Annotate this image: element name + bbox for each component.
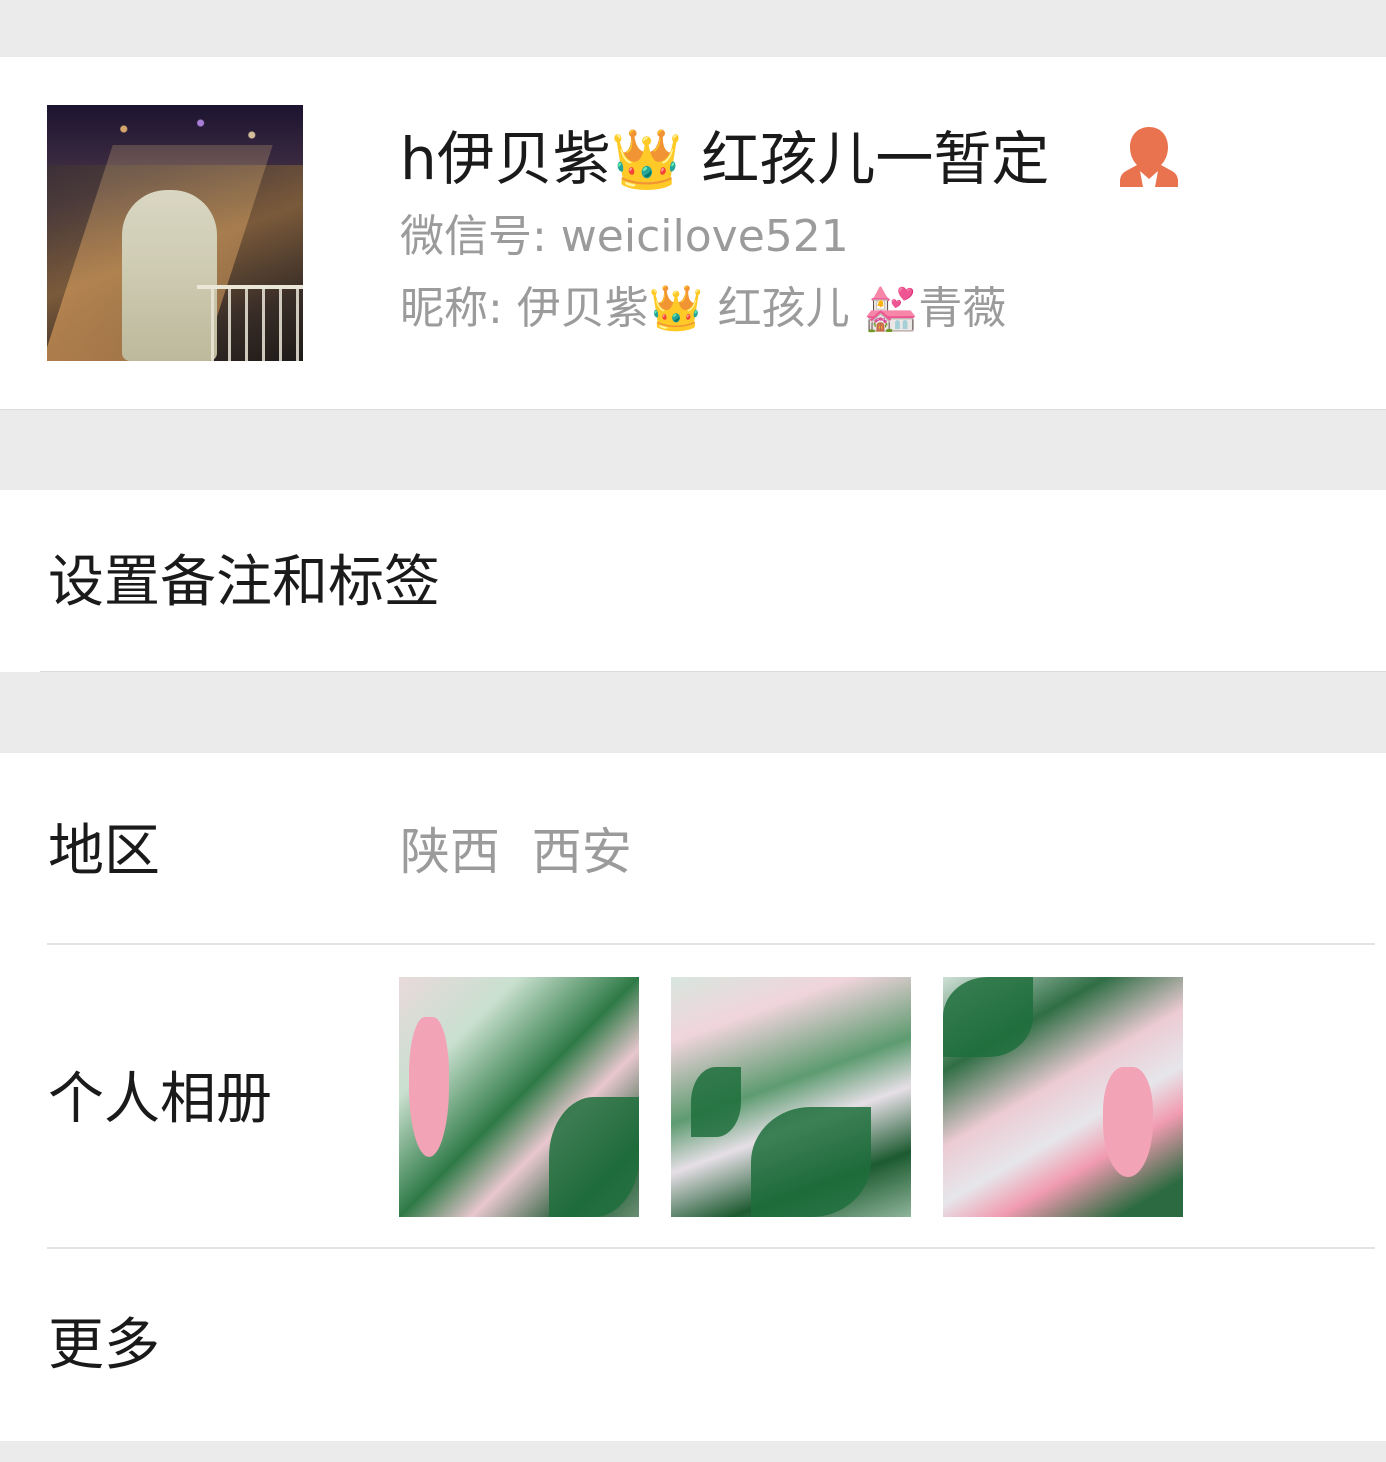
nickname: 昵称: 伊贝紫👑 红孩儿 💒青薇: [400, 283, 1007, 334]
contact-name: h伊贝紫👑 红孩儿一暂定: [400, 125, 1050, 193]
album-photo[interactable]: [671, 977, 911, 1217]
female-icon: [1120, 127, 1178, 187]
bottom-spacer: [0, 1441, 1386, 1462]
leaf-shape: [943, 977, 1033, 1057]
region-value: 陕西 西安: [400, 823, 632, 881]
album-label: 个人相册: [48, 1067, 272, 1132]
divider: [40, 671, 1386, 672]
album-photo[interactable]: [943, 977, 1183, 1217]
album-photo[interactable]: [399, 977, 639, 1217]
info-list: 地区 陕西 西安 个人相册 更多: [0, 753, 1386, 1441]
profile-header[interactable]: h伊贝紫👑 红孩儿一暂定 微信号: weicilove521 昵称: 伊贝紫👑 …: [0, 57, 1386, 410]
leaf-shape: [549, 1097, 639, 1217]
flamingo-shape: [1103, 1067, 1153, 1177]
set-remark-row[interactable]: 设置备注和标签: [0, 490, 1386, 672]
contact-profile-page: h伊贝紫👑 红孩儿一暂定 微信号: weicilove521 昵称: 伊贝紫👑 …: [0, 0, 1386, 1462]
leaf-shape: [691, 1067, 741, 1137]
region-row[interactable]: 地区 陕西 西安: [0, 753, 1386, 943]
more-row[interactable]: 更多: [0, 1249, 1386, 1441]
flamingo-shape: [409, 1017, 449, 1157]
avatar-railing: [197, 285, 303, 361]
wechat-id: 微信号: weicilove521: [400, 211, 849, 262]
avatar[interactable]: [47, 105, 303, 361]
region-label: 地区: [48, 819, 160, 884]
more-label: 更多: [48, 1313, 160, 1378]
leaf-shape: [751, 1107, 871, 1217]
top-spacer: [0, 0, 1386, 57]
set-remark-label: 设置备注和标签: [48, 550, 440, 615]
